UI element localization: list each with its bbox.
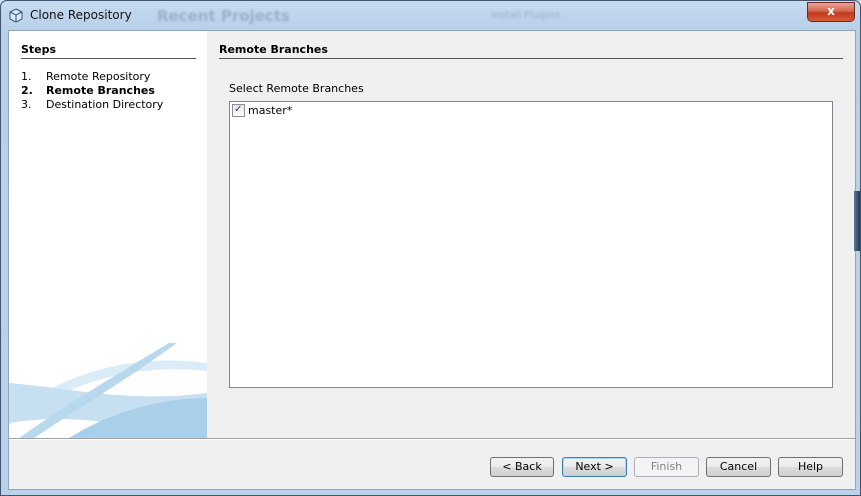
branch-item-master[interactable]: master*	[232, 103, 293, 118]
title-bar[interactable]: Clone Repository Recent Projects Install…	[1, 1, 860, 31]
background-window-text: Recent Projects	[157, 7, 290, 25]
background-window-edge	[854, 191, 860, 251]
decorative-swoosh	[9, 343, 207, 438]
next-button[interactable]: Next >	[562, 457, 627, 477]
step-item-current: 2. Remote Branches	[21, 84, 155, 97]
close-icon: x	[827, 4, 835, 18]
steps-panel: Steps 1. Remote Repository 2. Remote Branc…	[9, 31, 207, 438]
page-title: Remote Branches	[219, 43, 843, 59]
step-label: Remote Branches	[46, 84, 155, 97]
step-label: Remote Repository	[46, 70, 151, 83]
branch-label: master*	[248, 104, 293, 117]
dialog-body: Steps 1. Remote Repository 2. Remote Branc…	[8, 30, 856, 490]
close-button[interactable]: x	[807, 2, 855, 22]
step-item: 1. Remote Repository	[21, 70, 151, 83]
step-label: Destination Directory	[46, 98, 164, 111]
branch-checkbox[interactable]	[232, 103, 245, 117]
branch-list[interactable]: master*	[229, 101, 833, 388]
clone-repository-dialog: Clone Repository Recent Projects Install…	[0, 0, 861, 496]
window-title: Clone Repository	[30, 8, 132, 22]
step-item: 3. Destination Directory	[21, 98, 164, 111]
finish-button[interactable]: Finish	[634, 457, 699, 477]
select-branches-label: Select Remote Branches	[229, 82, 364, 95]
divider	[9, 438, 855, 440]
content-panel: Remote Branches Select Remote Branches m…	[207, 31, 855, 438]
steps-list: 1. Remote Repository 2. Remote Branches 3.…	[21, 70, 163, 112]
steps-heading: Steps	[21, 43, 196, 59]
help-button[interactable]: Help	[778, 457, 843, 477]
cancel-button[interactable]: Cancel	[706, 457, 771, 477]
back-button[interactable]: < Back	[490, 457, 554, 477]
repository-icon	[9, 8, 23, 23]
background-window-text: Install Plugins	[491, 10, 561, 21]
